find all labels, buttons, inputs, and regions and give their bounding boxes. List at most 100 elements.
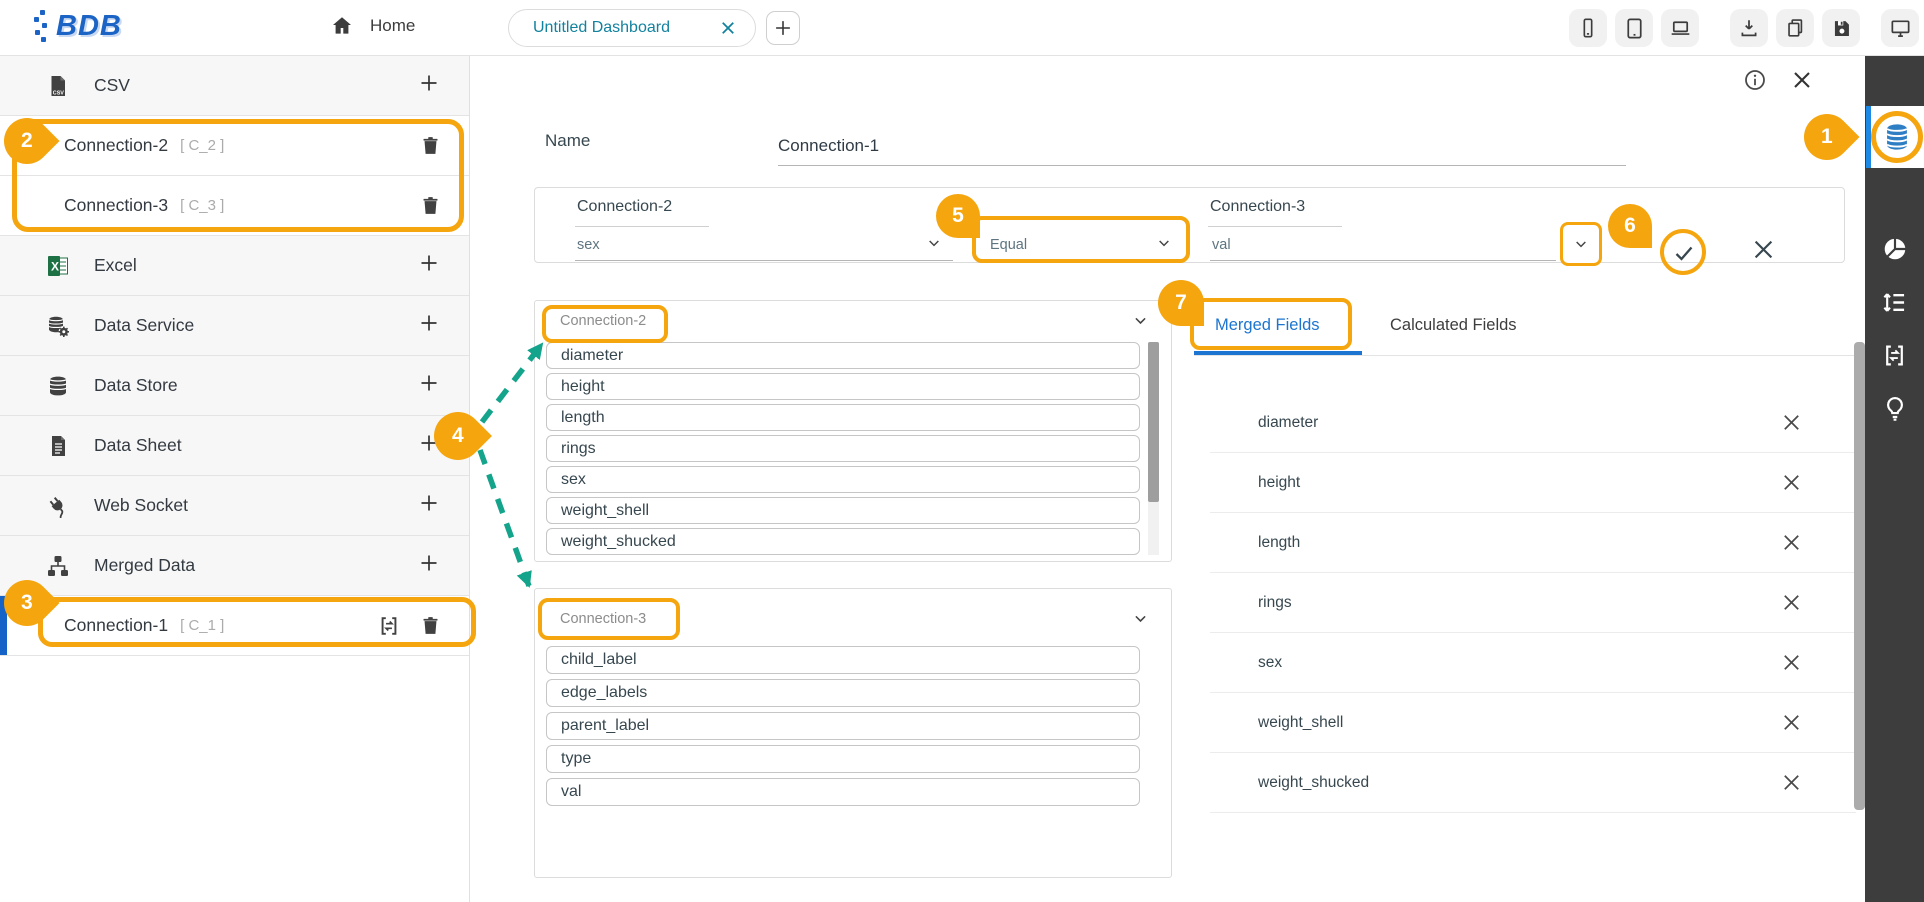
bdb-logo[interactable]: BDB <box>34 8 122 44</box>
connection-name-input[interactable] <box>778 126 1626 166</box>
remove-condition-icon[interactable] <box>1750 236 1777 268</box>
sidebar-item-label: Data Store <box>94 375 178 396</box>
sidebar-item-excel[interactable]: X Excel <box>0 236 469 296</box>
database-gear-icon <box>46 314 70 338</box>
left-field-underline <box>575 260 953 261</box>
right-field-chevron-highlight <box>1560 222 1602 266</box>
remove-field-icon[interactable] <box>1780 651 1803 674</box>
connection-code: [ C_2 ] <box>180 137 224 154</box>
preview-monitor-button[interactable] <box>1881 9 1919 47</box>
chevron-down-icon[interactable] <box>1573 236 1589 252</box>
merged-field-row: weight_shucked <box>1210 753 1856 813</box>
draggable-field[interactable]: edge_labels <box>546 679 1140 707</box>
sidebar-item-data-service[interactable]: Data Service <box>0 296 469 356</box>
remove-field-icon[interactable] <box>1780 771 1803 794</box>
chevron-down-icon[interactable] <box>926 235 942 256</box>
draggable-field[interactable]: rings <box>546 435 1140 462</box>
insights-button[interactable] <box>1865 395 1924 421</box>
chevron-down-icon[interactable] <box>1132 312 1149 334</box>
add-web-socket-button[interactable] <box>417 491 441 520</box>
draggable-field[interactable]: length <box>546 404 1140 431</box>
data-connections-button[interactable] <box>1880 119 1914 160</box>
draggable-field[interactable]: diameter <box>546 342 1140 369</box>
chart-settings-button[interactable] <box>1865 236 1924 262</box>
remove-field-icon[interactable] <box>1780 591 1803 614</box>
remove-field-icon[interactable] <box>1780 711 1803 734</box>
remove-field-icon[interactable] <box>1780 411 1803 434</box>
add-dashboard-tab-button[interactable] <box>766 11 800 45</box>
home-button[interactable]: Home <box>330 14 415 38</box>
swap-data-button[interactable] <box>1865 343 1924 368</box>
draggable-field[interactable]: weight_shucked <box>546 528 1140 555</box>
sidebar-item-merged-data[interactable]: Merged Data <box>0 536 469 596</box>
home-label: Home <box>370 16 415 36</box>
merged-field-row: diameter <box>1210 393 1856 453</box>
merged-field-label: weight_shell <box>1258 714 1343 732</box>
draggable-field[interactable]: weight_shell <box>546 497 1140 524</box>
draggable-field[interactable]: parent_label <box>546 712 1140 740</box>
dashboard-tab[interactable]: Untitled Dashboard <box>508 9 756 47</box>
draggable-field[interactable]: height <box>546 373 1140 400</box>
dashboard-tab-title: Untitled Dashboard <box>533 19 719 37</box>
download-button[interactable] <box>1730 9 1768 47</box>
copy-button[interactable] <box>1776 9 1814 47</box>
chevron-down-icon[interactable] <box>1156 235 1172 256</box>
add-excel-button[interactable] <box>417 251 441 280</box>
sidebar-item-csv[interactable]: CSV CSV <box>0 56 469 116</box>
merged-field-label: weight_shucked <box>1258 774 1369 792</box>
logo-text: BDB <box>56 10 122 43</box>
delete-trash-icon[interactable] <box>420 195 441 216</box>
right-field-select-value[interactable]: val <box>1212 237 1231 253</box>
remove-field-icon[interactable] <box>1780 471 1803 494</box>
source-field-list: child_label edge_labels parent_label typ… <box>546 646 1140 811</box>
draggable-field[interactable]: type <box>546 745 1140 773</box>
swap-refresh-icon[interactable] <box>378 615 400 637</box>
draggable-field[interactable]: sex <box>546 466 1140 493</box>
info-icon[interactable] <box>1743 68 1767 97</box>
draggable-field[interactable]: val <box>546 778 1140 806</box>
row-spacing-button[interactable] <box>1865 289 1924 316</box>
delete-trash-icon[interactable] <box>420 615 441 636</box>
database-blue-icon <box>1880 119 1914 155</box>
panel-scrollbar-thumb[interactable] <box>1148 342 1159 502</box>
sidebar-item-connection-3[interactable]: Connection-3 [ C_3 ] <box>0 176 469 236</box>
datasource-sidebar: CSV CSV Connection-2 [ C_2 ] Connection-… <box>0 56 470 902</box>
logo-pixels-icon <box>34 8 50 44</box>
source-panel-title[interactable]: Connection-2 <box>560 313 646 329</box>
preview-phone-button[interactable] <box>1569 9 1607 47</box>
tab-calculated-fields[interactable]: Calculated Fields <box>1390 316 1517 335</box>
remove-field-icon[interactable] <box>1780 531 1803 554</box>
source-panel-title[interactable]: Connection-3 <box>560 611 646 627</box>
save-button[interactable] <box>1822 9 1860 47</box>
download-icon <box>1738 17 1760 39</box>
merged-field-row: rings <box>1210 573 1856 633</box>
sidebar-item-connection-2[interactable]: Connection-2 [ C_2 ] <box>0 116 469 176</box>
add-data-service-button[interactable] <box>417 311 441 340</box>
right-toolbar <box>1865 56 1924 902</box>
left-field-select-value[interactable]: sex <box>577 237 600 253</box>
preview-tablet-button[interactable] <box>1615 9 1653 47</box>
annotation-balloon-7: 7 <box>1158 280 1204 326</box>
main-scrollbar-thumb[interactable] <box>1854 342 1865 810</box>
chevron-down-icon[interactable] <box>1132 610 1149 632</box>
sidebar-item-connection-1[interactable]: Connection-1 [ C_1 ] <box>0 596 469 656</box>
lightbulb-icon <box>1882 395 1908 421</box>
preview-laptop-button[interactable] <box>1661 9 1699 47</box>
left-source-label: Connection-2 <box>577 198 672 216</box>
add-csv-button[interactable] <box>417 71 441 100</box>
plus-icon <box>772 17 794 39</box>
sidebar-item-label: Merged Data <box>94 555 195 576</box>
sidebar-item-data-sheet[interactable]: Data Sheet <box>0 416 469 476</box>
sidebar-item-data-store[interactable]: Data Store <box>0 356 469 416</box>
operator-select-value[interactable]: Equal <box>990 237 1027 253</box>
tab-merged-fields[interactable]: Merged Fields <box>1215 316 1320 335</box>
svg-text:CSV: CSV <box>53 90 64 96</box>
delete-trash-icon[interactable] <box>420 135 441 156</box>
tab-close-icon[interactable] <box>719 19 737 37</box>
add-merged-data-button[interactable] <box>417 551 441 580</box>
pie-chart-icon <box>1882 236 1908 262</box>
draggable-field[interactable]: child_label <box>546 646 1140 674</box>
sidebar-item-web-socket[interactable]: Web Socket <box>0 476 469 536</box>
close-panel-icon[interactable] <box>1790 68 1814 97</box>
add-data-store-button[interactable] <box>417 371 441 400</box>
